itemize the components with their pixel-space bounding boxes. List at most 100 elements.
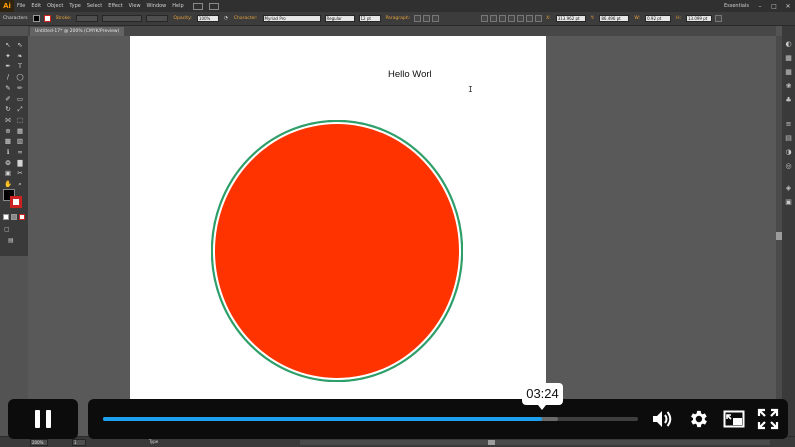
swatches-panel-icon[interactable]: ▦	[784, 68, 793, 77]
stroke-panel-icon[interactable]: ≡	[784, 120, 793, 129]
appearance-panel-icon[interactable]: ◎	[784, 162, 793, 171]
menu-object[interactable]: Object	[44, 0, 66, 12]
screen-mode-icon[interactable]: ▤	[8, 237, 14, 244]
shape-builder-tool-icon[interactable]: ⊕	[2, 126, 14, 137]
horizontal-scrollbar[interactable]	[300, 440, 770, 445]
align-objects-icon-3[interactable]	[499, 15, 507, 22]
blend-tool-icon[interactable]: ∞	[14, 147, 26, 158]
reference-point-icon[interactable]	[535, 15, 543, 22]
gradient-mode-icon[interactable]	[11, 214, 17, 220]
line-tool-icon[interactable]: ∕	[2, 72, 14, 83]
pen-tool-icon[interactable]: ✒	[2, 61, 14, 72]
font-family-field[interactable]: Myriad Pro	[262, 15, 321, 22]
zoom-field[interactable]: 200%	[30, 439, 48, 446]
scale-tool-icon[interactable]: ⤢	[14, 104, 26, 115]
brushes-panel-icon[interactable]: ❀	[784, 82, 793, 91]
artboards-panel-icon[interactable]: ▣	[784, 198, 793, 207]
fill-stroke-control[interactable]	[3, 189, 25, 209]
workspace-switcher[interactable]: Essentials	[724, 3, 753, 9]
mesh-tool-icon[interactable]: ▩	[2, 136, 14, 147]
artboard-nav-field[interactable]: 1	[72, 439, 86, 446]
seek-bar[interactable]	[103, 417, 638, 421]
symbols-panel-icon[interactable]: ♣	[784, 96, 793, 105]
layers-panel-icon[interactable]: ◈	[784, 184, 793, 193]
stroke-color-icon[interactable]	[10, 196, 22, 208]
symbol-sprayer-tool-icon[interactable]: ❂	[2, 158, 14, 169]
type-tool-icon[interactable]: T	[14, 61, 26, 72]
rotate-tool-icon[interactable]: ↻	[2, 104, 14, 115]
text-object[interactable]: Hello Worl	[388, 69, 432, 80]
menu-file[interactable]: File	[14, 0, 28, 12]
font-style-field[interactable]: Regular	[324, 15, 355, 22]
opacity-label[interactable]: Opacity:	[170, 16, 195, 21]
menu-help[interactable]: Help	[169, 0, 186, 12]
align-right-icon[interactable]	[432, 15, 440, 22]
selection-tool-icon[interactable]: ↖	[2, 40, 14, 51]
pencil-tool-icon[interactable]: ✏	[14, 83, 26, 94]
fill-swatch[interactable]	[32, 15, 40, 22]
align-center-icon[interactable]	[423, 15, 431, 22]
align-objects-icon-5[interactable]	[517, 15, 525, 22]
settings-button[interactable]	[686, 408, 710, 430]
menu-type[interactable]: Type	[66, 0, 83, 12]
artboard-tool-icon[interactable]: ▣	[2, 168, 14, 179]
paintbrush-tool-icon[interactable]: ✎	[2, 83, 14, 94]
align-objects-icon-6[interactable]	[526, 15, 534, 22]
maximize-button[interactable]: □	[767, 0, 781, 12]
column-graph-tool-icon[interactable]: ▇	[14, 158, 26, 169]
eraser-tool-icon[interactable]: ▭	[14, 93, 26, 104]
menu-window[interactable]: Window	[144, 0, 170, 12]
color-mode-icon[interactable]	[3, 214, 9, 220]
gradient-panel-icon[interactable]: ▤	[784, 134, 793, 143]
color-guide-icon[interactable]: ▦	[784, 54, 793, 63]
ellipse-tool-icon[interactable]: ◯	[14, 72, 26, 83]
pause-button[interactable]	[8, 399, 78, 439]
bridge-icon[interactable]	[192, 2, 203, 10]
recolor-icon[interactable]: ◔	[221, 16, 231, 21]
transform-icon[interactable]	[714, 15, 722, 22]
arrange-documents-icon[interactable]	[208, 2, 219, 10]
menu-effect[interactable]: Effect	[105, 0, 125, 12]
transparency-panel-icon[interactable]: ◑	[784, 148, 793, 157]
direct-selection-tool-icon[interactable]: ⇖	[14, 40, 26, 51]
align-objects-icon-1[interactable]	[481, 15, 489, 22]
menu-edit[interactable]: Edit	[28, 0, 44, 12]
minimize-button[interactable]: –	[753, 0, 767, 12]
stroke-swatch[interactable]	[43, 15, 51, 22]
pip-button[interactable]	[722, 408, 746, 430]
align-left-icon[interactable]	[414, 15, 422, 22]
free-transform-tool-icon[interactable]: ⬚	[14, 115, 26, 126]
color-panel-icon[interactable]: ◐	[784, 40, 793, 49]
h-field[interactable]: 13.099 pt	[685, 15, 712, 22]
lasso-tool-icon[interactable]: ❧	[14, 51, 26, 62]
align-objects-icon-2[interactable]	[490, 15, 498, 22]
stroke-label[interactable]: Stroke:	[53, 16, 75, 21]
width-tool-icon[interactable]: ⨝	[2, 115, 14, 126]
variable-width-field[interactable]	[102, 15, 143, 22]
brush-field[interactable]	[146, 15, 169, 22]
font-size-field[interactable]: 12 pt	[358, 15, 381, 22]
w-field[interactable]: 0.92 pt	[645, 15, 672, 22]
align-objects-icon-4[interactable]	[508, 15, 516, 22]
draw-mode-icon[interactable]: ▢	[4, 226, 10, 233]
opacity-field[interactable]: 100%	[196, 15, 219, 22]
circle-artwork[interactable]	[211, 120, 463, 382]
horizontal-scroll-thumb[interactable]	[488, 440, 495, 445]
artboard[interactable]: Hello Worl I	[130, 36, 546, 436]
volume-button[interactable]	[650, 408, 674, 430]
menu-view[interactable]: View	[126, 0, 144, 12]
eyedropper-tool-icon[interactable]: ℹ	[2, 147, 14, 158]
stroke-weight-field[interactable]	[76, 15, 99, 22]
y-field[interactable]: 86.496 pt	[599, 15, 630, 22]
slice-tool-icon[interactable]: ✂	[14, 168, 26, 179]
magic-wand-tool-icon[interactable]: ✦	[2, 51, 14, 62]
menu-select[interactable]: Select	[84, 0, 105, 12]
gradient-tool-icon[interactable]: ▧	[14, 136, 26, 147]
x-field[interactable]: 313.962 pt	[555, 15, 586, 22]
document-tab[interactable]: Untitled-17* @ 200% (CMYK/Preview)	[30, 27, 125, 36]
fullscreen-button[interactable]	[756, 408, 780, 430]
perspective-grid-tool-icon[interactable]: ▦	[14, 126, 26, 137]
paragraph-label[interactable]: Paragraph:	[383, 16, 414, 21]
character-label[interactable]: Character:	[231, 16, 261, 21]
blob-brush-tool-icon[interactable]: ✐	[2, 93, 14, 104]
